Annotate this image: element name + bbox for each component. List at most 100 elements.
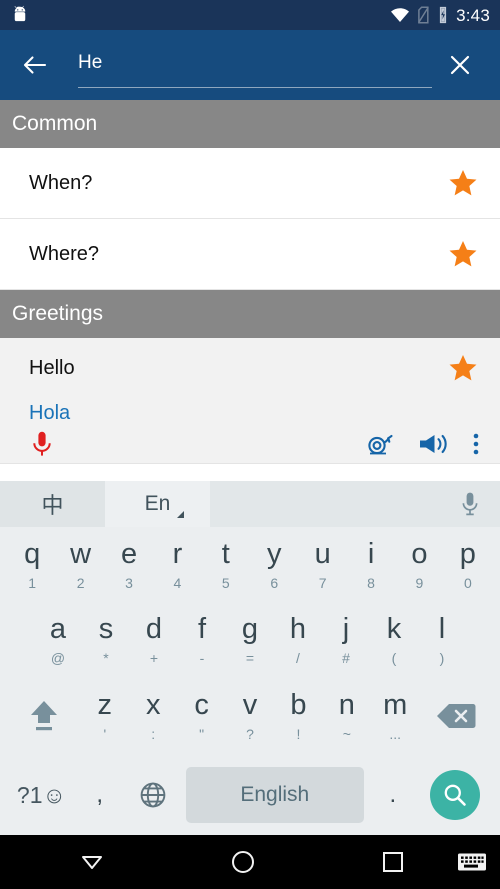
shift-key[interactable] <box>8 677 81 755</box>
search-icon <box>444 784 466 806</box>
speaker-icon <box>420 434 447 453</box>
clear-search-button[interactable] <box>438 43 482 87</box>
key-g[interactable]: g = <box>226 602 274 677</box>
table-row[interactable]: Where? <box>0 219 500 290</box>
space-key[interactable]: English <box>185 767 365 823</box>
microphone-icon <box>462 492 478 516</box>
key-label: z <box>97 689 113 721</box>
key-label: b <box>290 689 307 721</box>
key-j[interactable]: j # <box>322 602 370 677</box>
key-s[interactable]: s * <box>82 602 130 677</box>
key-n[interactable]: n ~ <box>323 677 371 755</box>
key-x[interactable]: x : <box>129 677 177 755</box>
search-submit-key[interactable] <box>418 755 492 835</box>
key-p[interactable]: p 0 <box>444 527 492 602</box>
key-hint: 4 <box>173 574 182 591</box>
section-header-greetings: Greetings <box>0 290 500 338</box>
key-w[interactable]: w 2 <box>56 527 104 602</box>
status-bar: 3:43 <box>0 0 500 30</box>
close-icon <box>450 55 470 75</box>
key-u[interactable]: u 7 <box>298 527 346 602</box>
key-m[interactable]: m ... <box>371 677 419 755</box>
nav-home-button[interactable] <box>228 847 258 877</box>
nav-keyboard-switch-button[interactable] <box>444 851 500 873</box>
key-hint: 2 <box>76 574 85 591</box>
key-v[interactable]: v ? <box>226 677 274 755</box>
key-c[interactable]: c " <box>177 677 225 755</box>
key-hint: 8 <box>367 574 375 591</box>
key-b[interactable]: b ! <box>274 677 322 755</box>
comma-key[interactable]: , <box>75 755 125 835</box>
key-hint: 6 <box>270 574 279 591</box>
key-label: u <box>314 537 331 570</box>
language-switch-key[interactable] <box>125 755 182 835</box>
key-i[interactable]: i 8 <box>347 527 395 602</box>
key-hint: ( <box>391 649 397 666</box>
star-filled-icon[interactable] <box>446 167 480 200</box>
key-label: s <box>98 612 114 645</box>
status-bar-right: 3:43 <box>390 6 490 24</box>
speak-button[interactable] <box>418 432 448 461</box>
key-r[interactable]: r 4 <box>153 527 201 602</box>
key-hint: - <box>199 649 205 666</box>
key-e[interactable]: e 3 <box>105 527 153 602</box>
key-q[interactable]: q 1 <box>8 527 56 602</box>
record-button[interactable] <box>31 431 53 462</box>
key-label: m <box>383 689 408 721</box>
key-a[interactable]: a @ <box>34 602 82 677</box>
key-hint: ... <box>389 726 402 742</box>
shift-key-icon <box>31 701 58 731</box>
key-hint: 0 <box>463 574 472 591</box>
expanded-row-header: Hello <box>29 338 480 398</box>
key-label: n <box>338 689 355 721</box>
key-label: j <box>342 612 350 645</box>
phrase-translation: Hola <box>29 402 71 424</box>
back-button[interactable] <box>18 48 52 82</box>
key-t[interactable]: t 5 <box>202 527 250 602</box>
key-hint: ~ <box>342 726 351 742</box>
nav-recents-button[interactable] <box>380 849 406 875</box>
key-k[interactable]: k ( <box>370 602 418 677</box>
key-hint: ' <box>103 726 107 742</box>
key-label: c <box>194 689 209 721</box>
key-label: g <box>241 612 259 645</box>
app-bar: He <box>0 30 500 100</box>
table-row[interactable]: When? <box>0 148 500 219</box>
search-input-value[interactable]: He <box>78 52 102 78</box>
keyboard-language-chinese-label: 中 <box>41 493 64 518</box>
period-key[interactable]: . <box>368 755 418 835</box>
more-options-button[interactable] <box>472 431 480 462</box>
key-d[interactable]: d + <box>130 602 178 677</box>
key-hint: ? <box>246 726 254 742</box>
backspace-key[interactable] <box>419 677 492 755</box>
key-hint: ! <box>296 726 301 742</box>
keyboard-row-3: z ' x : c " v ? b ! n ~ m ... <box>0 677 500 755</box>
star-filled-icon[interactable] <box>446 238 480 271</box>
key-h[interactable]: h / <box>274 602 322 677</box>
search-field[interactable]: He <box>78 43 432 88</box>
key-y[interactable]: y 6 <box>250 527 298 602</box>
table-row-expanded[interactable]: Hello Hola <box>0 338 500 464</box>
key-z[interactable]: z ' <box>81 677 129 755</box>
key-hint: 3 <box>125 574 133 591</box>
phrase-label: Hello <box>29 356 75 379</box>
keyboard-language-english-label: En <box>144 492 171 515</box>
key-f[interactable]: f - <box>178 602 226 677</box>
star-filled-icon[interactable] <box>446 352 480 385</box>
keyboard-row-4: ?1☺ , English . <box>0 755 500 835</box>
slow-speech-button[interactable] <box>366 433 394 460</box>
key-label: x <box>145 689 161 721</box>
key-o[interactable]: o 9 <box>395 527 443 602</box>
section-title: Common <box>12 112 98 135</box>
key-l[interactable]: l ) <box>418 602 466 677</box>
keyboard-language-chinese[interactable]: 中 <box>0 481 105 527</box>
key-label: f <box>197 612 207 645</box>
key-hint: 1 <box>28 574 37 591</box>
system-navigation-bar <box>0 835 500 889</box>
key-hint: " <box>199 726 205 742</box>
symbols-key[interactable]: ?1☺ <box>8 755 75 835</box>
nav-back-button[interactable] <box>78 848 106 876</box>
keyboard-language-english[interactable]: En <box>105 481 210 527</box>
key-hint: 9 <box>415 574 424 591</box>
keyboard-voice-input-button[interactable] <box>440 481 500 527</box>
